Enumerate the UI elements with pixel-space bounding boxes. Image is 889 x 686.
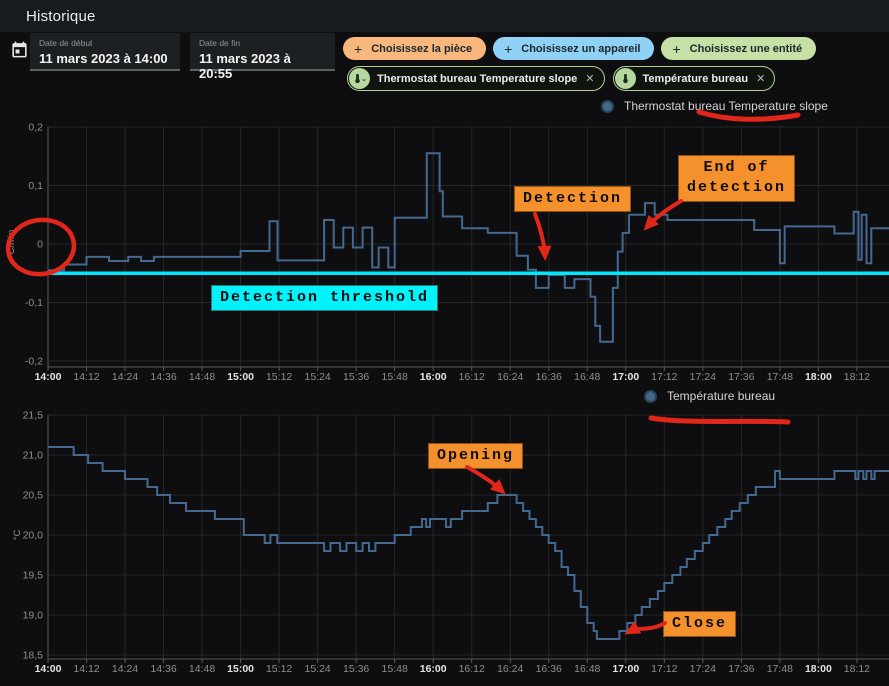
y-tick-label: 19,0 xyxy=(23,610,44,622)
legend-temperature-bureau[interactable]: Température bureau xyxy=(644,389,775,403)
x-tick-label: 15:12 xyxy=(266,371,292,383)
y-tick-label: 20,0 xyxy=(23,530,44,542)
y-tick-label: 18,5 xyxy=(23,650,44,662)
y-axis-title: °C xyxy=(12,530,23,541)
x-tick-label: 14:12 xyxy=(73,371,99,383)
x-tick-label: 18:00 xyxy=(805,371,832,383)
x-tick-label: 16:24 xyxy=(497,371,523,383)
x-tick-label: 14:36 xyxy=(150,663,176,675)
x-tick-label: 15:00 xyxy=(227,371,254,383)
x-tick-label: 14:24 xyxy=(112,371,138,383)
y-tick-label: 0,1 xyxy=(28,180,43,192)
y-tick-label: 21,0 xyxy=(23,450,44,462)
x-tick-label: 15:12 xyxy=(266,663,292,675)
y-tick-label: 21,5 xyxy=(23,410,44,422)
y-axis-title: °C/min xyxy=(6,230,17,259)
x-tick-label: 16:12 xyxy=(459,663,485,675)
x-tick-label: 14:24 xyxy=(112,663,138,675)
x-tick-label: 16:48 xyxy=(574,663,600,675)
x-tick-label: 18:12 xyxy=(844,663,870,675)
x-tick-label: 17:00 xyxy=(612,663,639,675)
x-tick-label: 17:48 xyxy=(767,663,793,675)
x-tick-label: 15:36 xyxy=(343,663,369,675)
y-tick-label: 19,5 xyxy=(23,570,44,582)
x-tick-label: 15:36 xyxy=(343,371,369,383)
x-tick-label: 16:12 xyxy=(459,371,485,383)
y-tick-label: 0,2 xyxy=(28,122,43,134)
x-tick-label: 17:12 xyxy=(651,371,677,383)
legend-temperature-slope[interactable]: Thermostat bureau Temperature slope xyxy=(601,99,828,113)
chart-0: 14:00 14:12 14:24 14:36 14:48 15:00 15:12 15:24… xyxy=(6,122,889,384)
chart-1: 14:00 14:12 14:24 14:36 14:48 15:00 15:12 15:24… xyxy=(12,410,889,676)
y-tick-label: 20,5 xyxy=(23,490,44,502)
x-tick-label: 15:00 xyxy=(227,663,254,675)
legend-dot xyxy=(601,100,614,113)
x-tick-label: 17:24 xyxy=(690,371,716,383)
x-tick-label: 14:48 xyxy=(189,371,215,383)
x-tick-label: 16:48 xyxy=(574,371,600,383)
x-tick-label: 14:12 xyxy=(73,663,99,675)
x-tick-label: 17:36 xyxy=(728,371,754,383)
x-tick-label: 16:36 xyxy=(536,663,562,675)
x-tick-label: 16:00 xyxy=(420,663,447,675)
y-tick-label: 0 xyxy=(37,239,43,251)
x-tick-label: 15:24 xyxy=(304,371,330,383)
x-tick-label: 14:00 xyxy=(35,663,62,675)
y-tick-label: -0,1 xyxy=(25,297,43,309)
legend-label: Thermostat bureau Temperature slope xyxy=(624,99,828,113)
y-tick-label: -0,2 xyxy=(25,356,43,368)
x-tick-label: 17:00 xyxy=(612,371,639,383)
history-page: Historique Date de début 11 mars 2023 à … xyxy=(0,0,889,686)
x-tick-label: 14:48 xyxy=(189,663,215,675)
x-tick-label: 14:00 xyxy=(35,371,62,383)
x-tick-label: 16:36 xyxy=(536,371,562,383)
x-tick-label: 17:48 xyxy=(767,371,793,383)
x-tick-label: 15:24 xyxy=(304,663,330,675)
x-tick-label: 16:24 xyxy=(497,663,523,675)
series-line-1 xyxy=(48,447,889,639)
x-tick-label: 15:48 xyxy=(382,371,408,383)
x-tick-label: 14:36 xyxy=(150,371,176,383)
x-tick-label: 17:36 xyxy=(728,663,754,675)
series-line-0 xyxy=(48,153,889,341)
x-tick-label: 15:48 xyxy=(382,663,408,675)
x-tick-label: 18:12 xyxy=(844,371,870,383)
legend-dot xyxy=(644,390,657,403)
legend-label: Température bureau xyxy=(667,389,775,403)
x-tick-label: 17:12 xyxy=(651,663,677,675)
x-tick-label: 17:24 xyxy=(690,663,716,675)
x-tick-label: 16:00 xyxy=(420,371,447,383)
x-tick-label: 18:00 xyxy=(805,663,832,675)
